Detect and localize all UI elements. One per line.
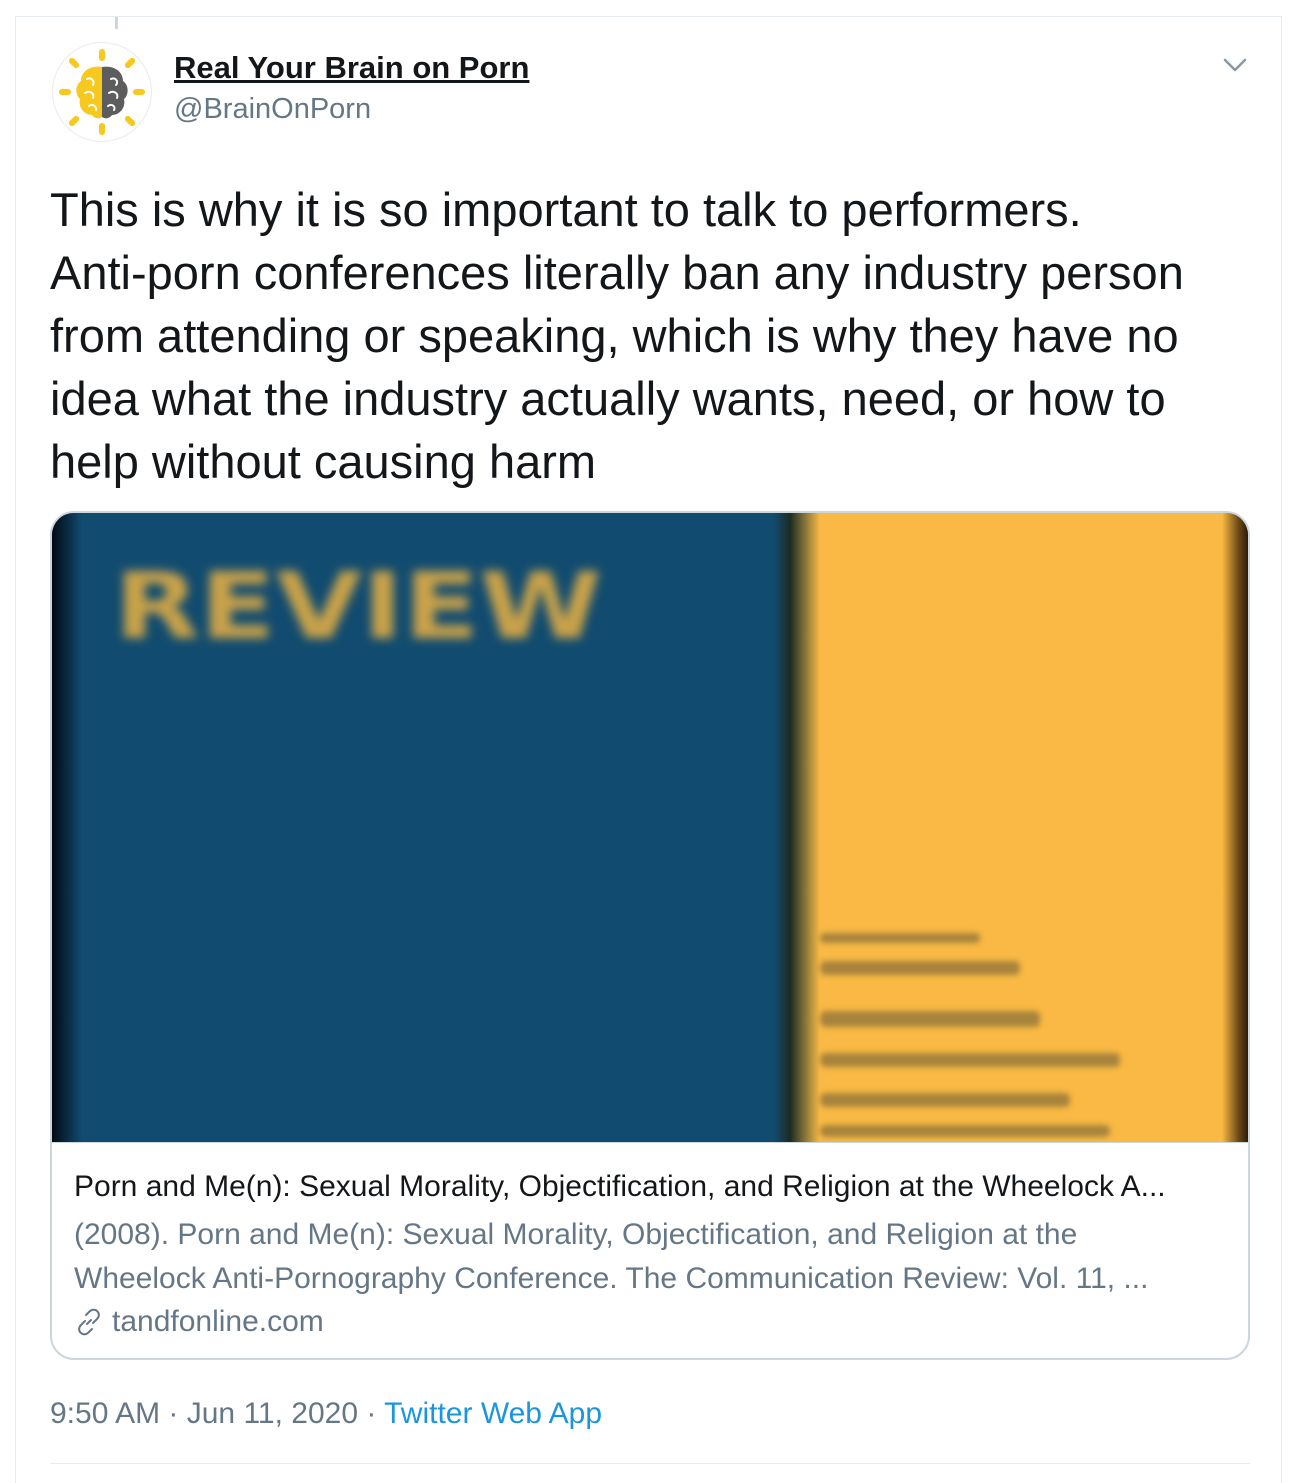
link-icon: [74, 1307, 104, 1337]
journal-cover-image: REVIEW: [52, 513, 1248, 1142]
author-handle[interactable]: @BrainOnPorn: [174, 93, 371, 126]
link-preview-card[interactable]: REVIEW Porn and Me(n): Sexual Morality, …: [50, 511, 1250, 1360]
card-description-line: (2008). Porn and Me(n): Sexual Morality,…: [74, 1218, 1078, 1251]
card-image: REVIEW: [52, 513, 1248, 1142]
more-options-button[interactable]: [1218, 50, 1252, 80]
tweet-source-link[interactable]: Twitter Web App: [384, 1397, 602, 1430]
card-title: Porn and Me(n): Sexual Morality, Objecti…: [74, 1170, 1166, 1203]
card-description-line: Wheelock Anti-Pornography Conference. Th…: [74, 1262, 1149, 1295]
meta-separator: ·: [358, 1397, 385, 1430]
brain-sun-logo-icon: [59, 49, 145, 135]
chevron-down-icon: [1223, 58, 1247, 72]
meta-separator: ·: [160, 1397, 187, 1430]
card-description: (2008). Porn and Me(n): Sexual Morality,…: [74, 1213, 1224, 1301]
thread-connector-line: [115, 17, 118, 29]
tweet-text: This is why it is so important to talk t…: [50, 183, 1184, 488]
author-display-name[interactable]: Real Your Brain on Porn: [174, 50, 529, 86]
card-domain-text: tandfonline.com: [112, 1305, 324, 1338]
card-body: Porn and Me(n): Sexual Morality, Objecti…: [52, 1142, 1248, 1358]
card-domain: tandfonline.com: [74, 1304, 324, 1340]
cover-title-text: REVIEW: [114, 553, 602, 660]
tweet-time[interactable]: 9:50 AM: [50, 1397, 160, 1430]
tweet-metadata: 9:50 AM · Jun 11, 2020 · Twitter Web App: [50, 1396, 602, 1432]
divider: [50, 1463, 1250, 1464]
avatar[interactable]: [52, 42, 152, 142]
tweet-date[interactable]: Jun 11, 2020: [187, 1397, 358, 1430]
